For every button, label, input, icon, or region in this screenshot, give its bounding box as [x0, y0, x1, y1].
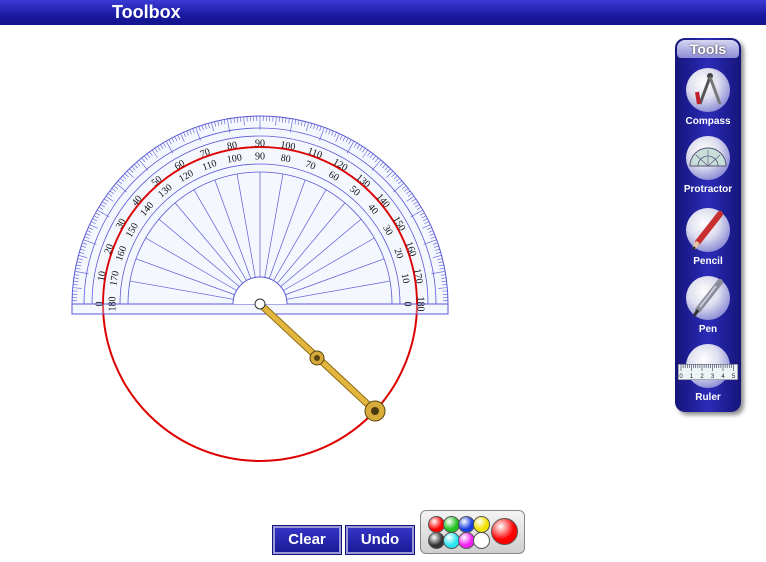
canvas-svg[interactable]: 01020304050607080 90 100 110120130140150160… — [0, 25, 766, 562]
protractor-icon — [686, 136, 730, 180]
color-swatch-3[interactable] — [473, 516, 490, 533]
title-bar: Toolbox — [0, 0, 766, 25]
protractor-outer-label: 10 — [96, 270, 109, 282]
color-palette — [420, 510, 525, 554]
tool-ruler[interactable]: 012345 Ruler — [675, 344, 741, 414]
protractor-inner-label: 180 — [107, 297, 118, 312]
tool-pencil[interactable]: Pencil — [675, 208, 741, 278]
tools-panel: Tools Compass Protractor Pencil Pen 0 1 … — [675, 38, 741, 412]
protractor-inner-label: 0 — [402, 302, 413, 307]
tool-ruler-label: Ruler — [695, 392, 721, 403]
tool-pencil-label: Pencil — [693, 256, 723, 267]
tool-pen[interactable]: Pen — [675, 276, 741, 346]
compass-icon — [686, 68, 730, 112]
protractor-outer-label: 90 — [255, 138, 265, 149]
undo-button[interactable]: Undo — [346, 526, 414, 554]
app-title: Toolbox — [112, 2, 181, 22]
tool-pen-label: Pen — [698, 324, 718, 335]
protractor-inner-label: 90 — [255, 151, 265, 162]
protractor-outer-label: 180 — [415, 297, 426, 312]
protractor-outer-label: 80 — [226, 140, 238, 153]
protractor-inner-label: 10 — [399, 273, 412, 285]
tool-protractor-label: Protractor — [683, 184, 733, 195]
tool-compass[interactable]: Compass — [675, 68, 741, 138]
compass-handle-center — [371, 407, 379, 415]
arm-hinge-center — [314, 355, 320, 361]
ruler-strip: 012345 — [678, 364, 738, 380]
drawing-canvas[interactable]: 0 10 20 30 40 50 60 70 80 90 100 110 120 130 140 150 160… — [0, 25, 766, 562]
tool-protractor[interactable]: Protractor — [675, 136, 741, 206]
pen-icon — [686, 276, 730, 320]
tools-header: Tools — [677, 40, 739, 58]
compass-arm — [254, 298, 386, 422]
protractor-inner-label: 80 — [280, 153, 292, 166]
protractor-outer-label: 0 — [94, 302, 105, 307]
selected-color-swatch[interactable] — [491, 518, 518, 545]
pivot-point — [254, 298, 266, 310]
color-swatch-7[interactable] — [473, 532, 490, 549]
protractor: 01020304050607080 90 100 110120130140150160… — [71, 115, 449, 315]
tool-compass-label: Compass — [685, 116, 731, 127]
clear-button[interactable]: Clear — [273, 526, 341, 554]
pencil-icon — [686, 208, 730, 252]
